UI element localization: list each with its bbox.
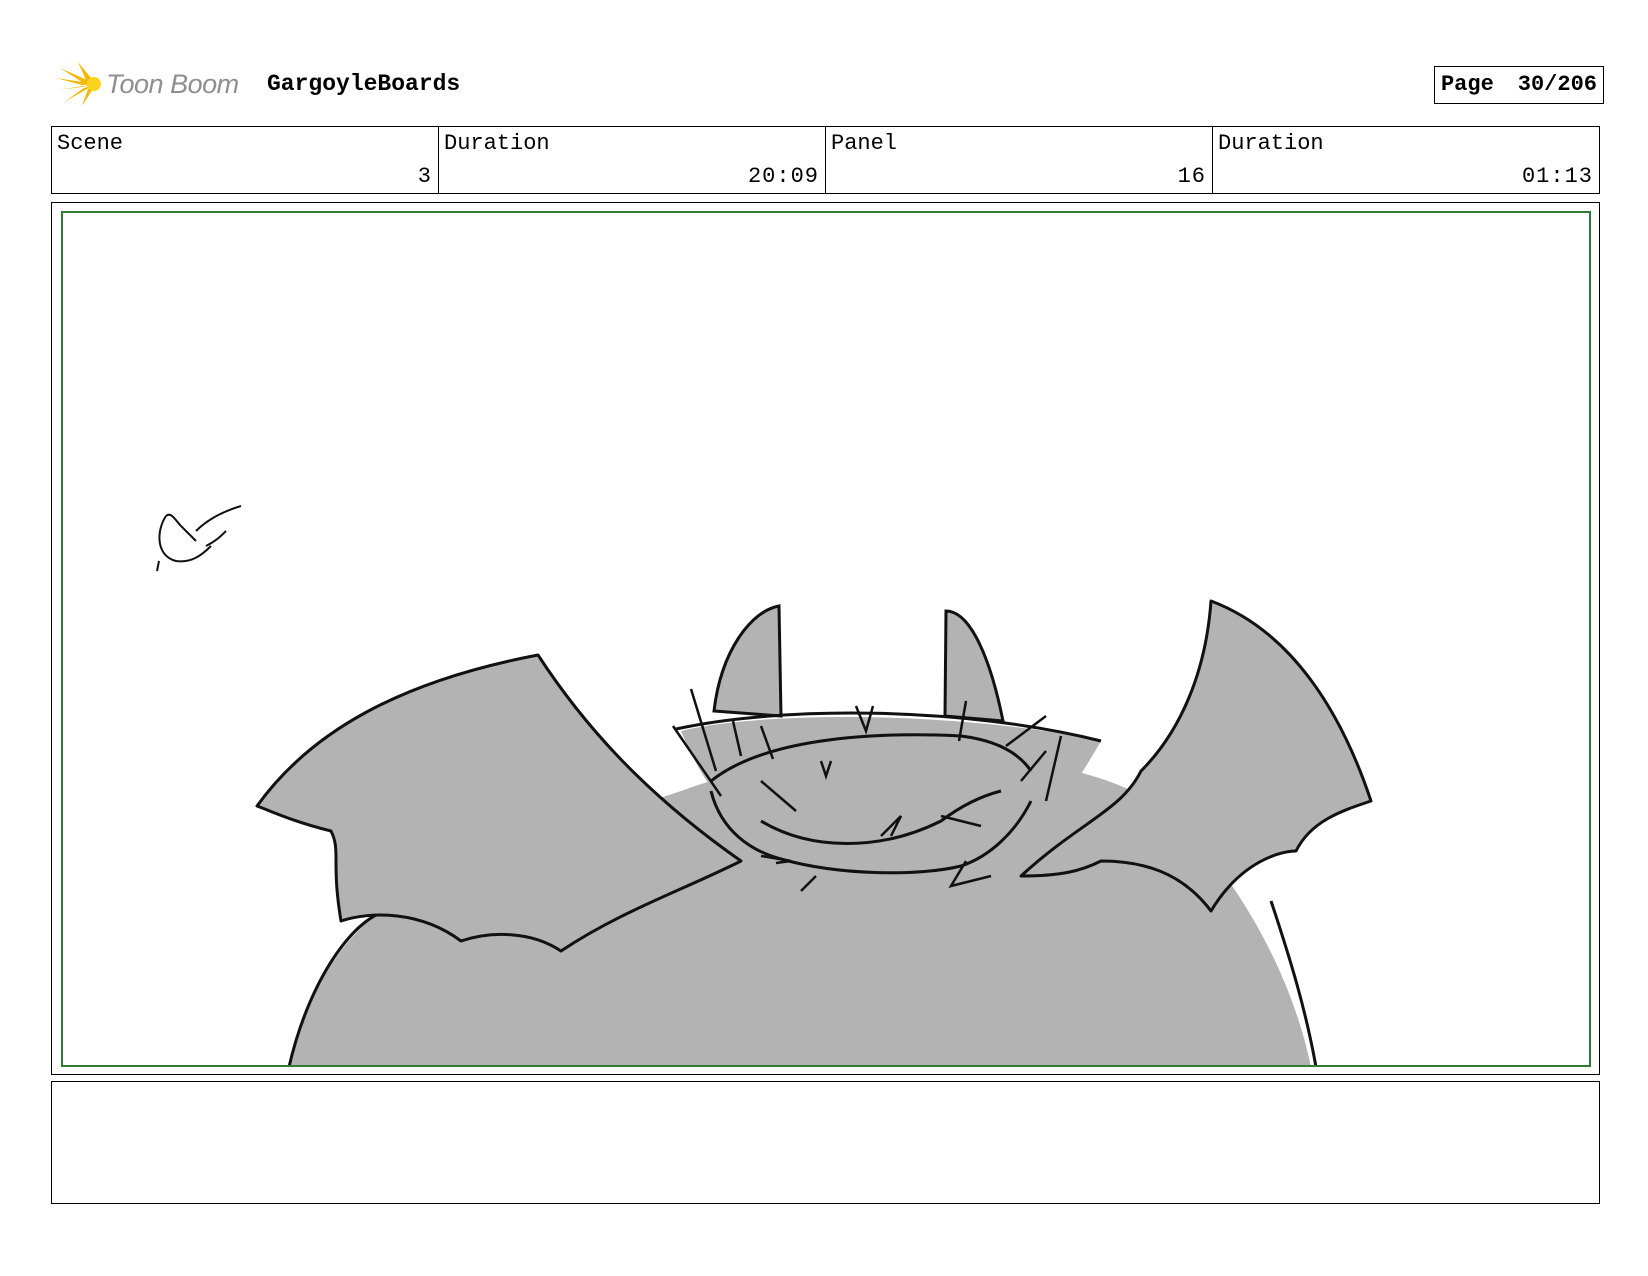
page-number: 30/206 <box>1517 72 1597 97</box>
scene-label: Scene <box>57 131 124 156</box>
scene-cell: Scene 3 <box>52 127 439 193</box>
panel-duration-cell: Duration 01:13 <box>1213 127 1599 193</box>
panel-notes <box>51 1081 1600 1204</box>
starburst-icon <box>56 62 101 106</box>
safe-area-frame <box>61 211 1591 1067</box>
scene-duration-value: 20:09 <box>747 164 819 189</box>
panel-label: Panel <box>831 131 898 156</box>
panel-value: 16 <box>1177 164 1206 189</box>
panel-duration-value: 01:13 <box>1521 164 1593 189</box>
project-title: GargoyleBoards <box>267 71 461 97</box>
panel-cell: Panel 16 <box>826 127 1213 193</box>
scene-duration-label: Duration <box>444 131 550 156</box>
logo-wordmark: Toon Boom <box>106 68 239 99</box>
page-label: Page <box>1440 72 1494 97</box>
panel-duration-label: Duration <box>1218 131 1324 156</box>
panel-info-table: Scene 3 Duration 20:09 Panel 16 Duration… <box>51 126 1600 194</box>
page-indicator: Page 30/206 <box>1433 66 1604 104</box>
scene-duration-cell: Duration 20:09 <box>439 127 826 193</box>
scene-value: 3 <box>417 164 432 189</box>
toon-boom-logo: Toon Boom <box>52 58 239 110</box>
storyboard-header: Toon Boom GargoyleBoards Page 30/206 <box>52 58 1604 110</box>
